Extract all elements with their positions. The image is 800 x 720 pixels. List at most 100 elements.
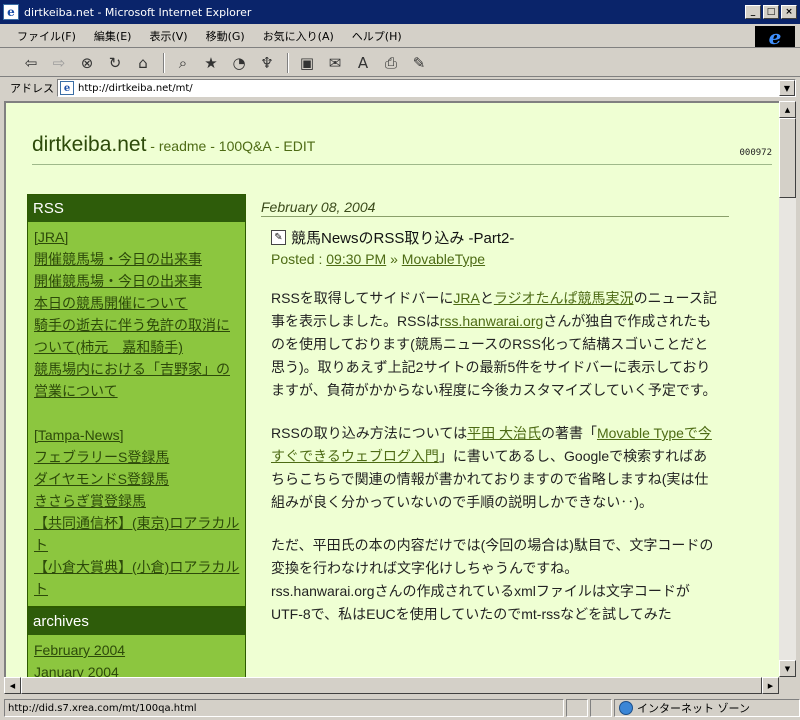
scroll-right-icon[interactable]: ▶ bbox=[762, 677, 779, 694]
qa-link[interactable]: 100Q&A bbox=[219, 138, 271, 154]
status-bar: http://did.s7.xrea.com/mt/100qa.html インタ… bbox=[0, 696, 800, 720]
radio-tanpa-link[interactable]: ラジオたんぱ競馬実況 bbox=[494, 290, 634, 306]
globe-icon bbox=[619, 701, 633, 715]
menu-view[interactable]: 表示(V) bbox=[142, 26, 194, 46]
stop-icon[interactable]: ⊗ bbox=[74, 52, 100, 74]
chevron-down-icon[interactable]: ▼ bbox=[779, 80, 795, 96]
header-separator: - bbox=[206, 138, 219, 154]
rss-link[interactable]: きさらぎ賞登録馬 bbox=[34, 490, 240, 512]
rss-link[interactable]: 【小倉大賞典】(小倉)ロアラカルト bbox=[34, 556, 240, 600]
page-viewport: dirtkeiba.net - readme - 100Q&A - EDIT 0… bbox=[4, 101, 779, 677]
horizontal-scrollbar[interactable]: ◀ ▶ bbox=[4, 677, 779, 694]
post-title: 競馬NewsのRSS取り込み -Part2- bbox=[291, 230, 515, 247]
ie-logo-icon: e bbox=[755, 26, 795, 47]
posted-label: Posted : bbox=[271, 251, 327, 267]
refresh-icon[interactable]: ↻ bbox=[102, 52, 128, 74]
post-body: RSSを取得してサイドバーにJRAとラジオたんぱ競馬実況のニュース記事を表示しま… bbox=[271, 287, 721, 626]
status-panel bbox=[566, 699, 588, 717]
paragraph: RSSを取得してサイドバーにJRAとラジオたんぱ競馬実況のニュース記事を表示しま… bbox=[271, 287, 721, 402]
pencil-icon: ✎ bbox=[271, 230, 286, 245]
toolbar-separator bbox=[287, 52, 289, 73]
header-separator: - bbox=[146, 138, 159, 154]
edit-link[interactable]: EDIT bbox=[283, 138, 315, 154]
archive-link[interactable]: January 2004 bbox=[34, 661, 240, 677]
window-title: dirtkeiba.net - Microsoft Internet Explo… bbox=[24, 5, 252, 19]
archives-box: archives February 2004 January 2004 bbox=[27, 607, 246, 677]
scroll-left-icon[interactable]: ◀ bbox=[4, 677, 21, 694]
history-icon[interactable]: ◔ bbox=[226, 52, 252, 74]
rss-link[interactable]: 競馬場内における「吉野家」の営業について bbox=[34, 358, 240, 402]
site-header: dirtkeiba.net - readme - 100Q&A - EDIT 0… bbox=[32, 133, 772, 165]
mail-icon[interactable]: ✉ bbox=[322, 52, 348, 74]
rss-link[interactable]: 本日の競馬開催について bbox=[34, 292, 240, 314]
favorites-icon[interactable]: ★ bbox=[198, 52, 224, 74]
status-panel bbox=[590, 699, 612, 717]
fullscreen-icon[interactable]: ▣ bbox=[294, 52, 320, 74]
text: の著書「 bbox=[540, 425, 597, 441]
maximize-button[interactable]: □ bbox=[763, 5, 779, 19]
permalink-time[interactable]: 09:30 PM bbox=[326, 251, 386, 267]
paragraph: RSSの取り込み方法については平田 大治氏の著書「Movable Typeで今す… bbox=[271, 422, 721, 514]
rss-link[interactable]: フェブラリーS登録馬 bbox=[34, 446, 240, 468]
paragraph: ただ、平田氏の本の内容だけでは(今回の場合は)駄目で、文字コードの変換を行わなけ… bbox=[271, 537, 714, 576]
scroll-corner bbox=[779, 677, 796, 694]
minimize-button[interactable]: _ bbox=[745, 5, 761, 19]
ie-window-icon[interactable]: e bbox=[3, 4, 19, 20]
post-date: February 08, 2004 bbox=[261, 199, 729, 217]
horizontal-scroll-thumb[interactable] bbox=[21, 677, 762, 694]
rss-link[interactable]: 開催競馬場・今日の出来事 bbox=[34, 248, 240, 270]
text: RSSを取得してサイドバーに bbox=[271, 290, 454, 306]
text: と bbox=[479, 290, 494, 306]
edit-icon[interactable]: ✎ bbox=[406, 52, 432, 74]
scroll-up-icon[interactable]: ▲ bbox=[779, 101, 796, 118]
menu-bar: ファイル(F) 編集(E) 表示(V) 移動(G) お気に入り(A) ヘルプ(H… bbox=[0, 24, 800, 48]
address-label: アドレス bbox=[10, 82, 54, 95]
print-icon[interactable]: ⎙ bbox=[378, 52, 404, 74]
rss-link[interactable]: [JRA] bbox=[34, 226, 240, 248]
visit-counter: 000972 bbox=[739, 148, 772, 158]
security-zone: インターネット ゾーン bbox=[614, 699, 800, 717]
blog-post: February 08, 2004 ✎ 競馬NewsのRSS取り込み -Part… bbox=[261, 199, 731, 646]
archives-heading: archives bbox=[28, 608, 245, 635]
forward-arrow-icon[interactable]: ⇨ bbox=[46, 52, 72, 74]
search-icon[interactable]: ⌕ bbox=[170, 52, 196, 74]
menu-file[interactable]: ファイル(F) bbox=[10, 26, 83, 46]
close-button[interactable]: × bbox=[781, 5, 797, 19]
rss-link[interactable]: 開催競馬場・今日の出来事 bbox=[34, 270, 240, 292]
toolbar: ⇦ ⇨ ⊗ ↻ ⌂ ⌕ ★ ◔ ♆ ▣ ✉ A ⎙ ✎ bbox=[0, 49, 800, 77]
title-bar: e dirtkeiba.net - Microsoft Internet Exp… bbox=[0, 0, 800, 24]
rss-link[interactable]: [Tampa-News] bbox=[34, 424, 240, 446]
menu-help[interactable]: ヘルプ(H) bbox=[345, 26, 409, 46]
author-link[interactable]: 平田 大治氏 bbox=[467, 425, 541, 441]
address-input[interactable]: e http://dirtkeiba.net/mt/ ▼ bbox=[57, 79, 796, 97]
jra-link[interactable]: JRA bbox=[453, 290, 479, 306]
site-name: dirtkeiba.net bbox=[32, 133, 147, 156]
vertical-scroll-thumb[interactable] bbox=[779, 118, 796, 198]
paragraph: rss.hanwarai.orgさんの作成されているxmlファイルは文字コードが… bbox=[271, 583, 690, 622]
scroll-down-icon[interactable]: ▼ bbox=[779, 660, 796, 677]
meta-separator: » bbox=[386, 251, 402, 267]
rss-link[interactable]: ダイヤモンドS登録馬 bbox=[34, 468, 240, 490]
page-icon: e bbox=[60, 81, 74, 95]
rss-link[interactable]: 騎手の逝去に伴う免許の取消について(柿元 嘉和騎手) bbox=[34, 314, 240, 358]
zone-label: インターネット ゾーン bbox=[637, 702, 750, 715]
readme-link[interactable]: readme bbox=[159, 138, 206, 154]
back-arrow-icon[interactable]: ⇦ bbox=[18, 52, 44, 74]
menu-edit[interactable]: 編集(E) bbox=[87, 26, 139, 46]
rss-heading: RSS bbox=[28, 195, 245, 222]
menu-go[interactable]: 移動(G) bbox=[199, 26, 252, 46]
address-bar: アドレス e http://dirtkeiba.net/mt/ ▼ bbox=[0, 77, 800, 99]
home-icon[interactable]: ⌂ bbox=[130, 52, 156, 74]
vertical-scrollbar[interactable]: ▲ ▼ bbox=[779, 101, 796, 677]
text: RSSの取り込み方法については bbox=[271, 425, 468, 441]
address-url: http://dirtkeiba.net/mt/ bbox=[78, 82, 193, 94]
rss-link[interactable]: 【共同通信杯】(東京)ロアラカルト bbox=[34, 512, 240, 556]
rss-hanwarai-link[interactable]: rss.hanwarai.org bbox=[440, 313, 544, 329]
status-url: http://did.s7.xrea.com/mt/100qa.html bbox=[4, 699, 564, 717]
post-title-row: ✎ 競馬NewsのRSS取り込み -Part2- bbox=[271, 227, 731, 248]
channels-icon[interactable]: ♆ bbox=[254, 52, 280, 74]
font-icon[interactable]: A bbox=[350, 52, 376, 74]
category-link[interactable]: MovableType bbox=[402, 251, 485, 267]
menu-favorites[interactable]: お気に入り(A) bbox=[256, 26, 341, 46]
archive-link[interactable]: February 2004 bbox=[34, 639, 240, 661]
